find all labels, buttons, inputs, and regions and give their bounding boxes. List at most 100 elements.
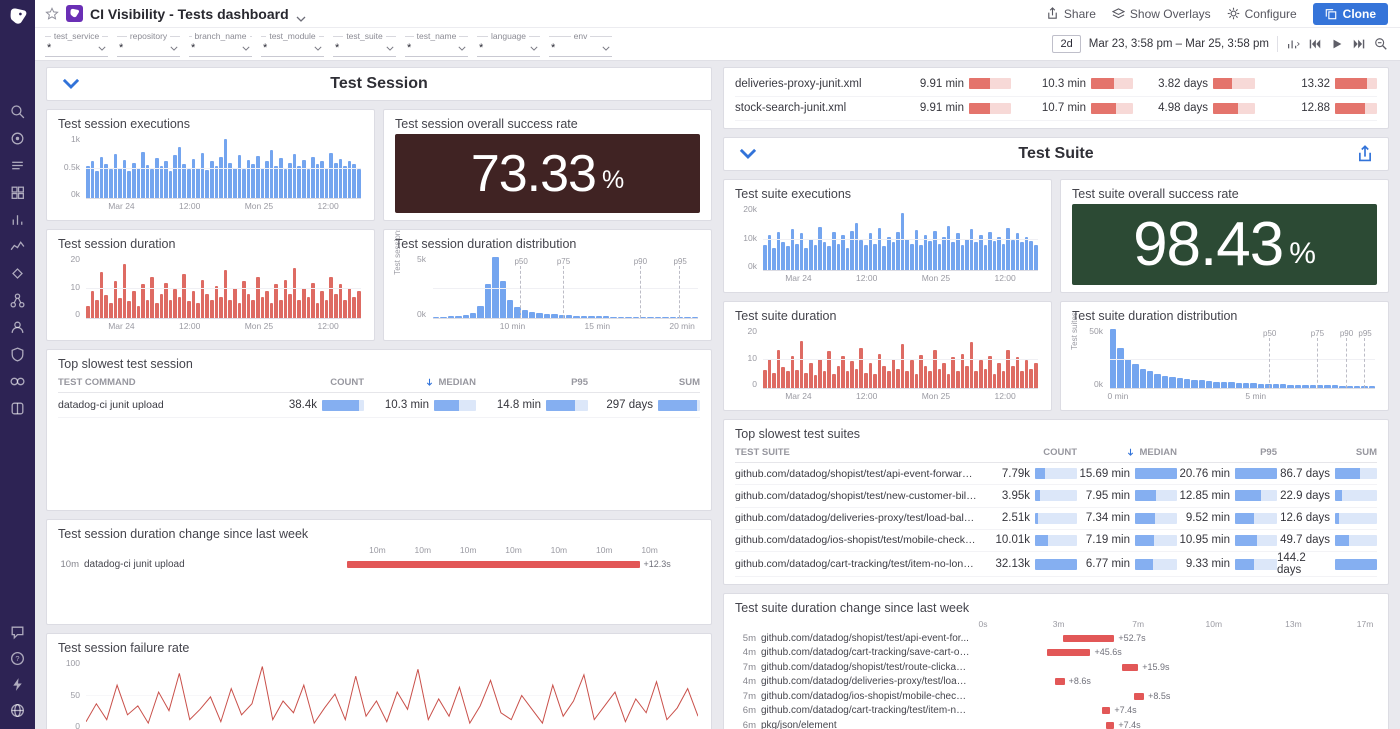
suite-duration-chart[interactable]: 20100Mar 2412:00Mon 2512:00 [735, 326, 1040, 403]
favorite-star-icon[interactable] [45, 7, 59, 21]
ci-icon[interactable] [9, 373, 26, 390]
widget-session-duration-distribution: Test session duration distribution Test … [383, 229, 712, 341]
change-row[interactable]: 7m github.com/datadog/ios-shopist/mobile… [735, 689, 1377, 704]
change-row[interactable]: 7m github.com/datadog/shopist/test/route… [735, 660, 1377, 675]
chevron-down-icon [98, 46, 106, 51]
column-header[interactable]: SUM [588, 377, 700, 388]
table-row[interactable]: github.com/datadog/cart-tracking/test/it… [735, 552, 1377, 577]
table-row[interactable]: datadog-ci junit upload 38.4k 10.3 min 1… [58, 393, 700, 418]
apm-icon[interactable] [9, 238, 26, 255]
chat-icon[interactable] [9, 624, 26, 641]
session-executions-chart[interactable]: 1k0.5k0kMar 2412:00Mon 2512:00 [58, 134, 363, 213]
suite-change-chart: 0s3m7m10m13m17m 5m github.com/datadog/sh… [735, 618, 1377, 729]
clone-button[interactable]: Clone [1313, 3, 1388, 25]
table-row[interactable]: github.com/datadog/deliveries-proxy/test… [735, 508, 1377, 530]
filter-test_service[interactable]: test_service * [45, 31, 108, 57]
plot-area: p50p75p90p95 [1110, 329, 1375, 389]
session-distribution-chart[interactable]: Test sessions5k0kp50p75p90p9510 min15 mi… [395, 254, 700, 333]
filter-value[interactable]: * [333, 41, 396, 57]
share-button[interactable]: Share [1046, 7, 1096, 21]
table-row[interactable]: github.com/datadog/shopist/test/api-even… [735, 463, 1377, 485]
y-axis: 20k10k0k [735, 204, 761, 271]
title-chevron-down-icon[interactable] [296, 9, 306, 19]
column-header[interactable]: P95 [476, 377, 588, 388]
column-header[interactable]: MEDIAN [1077, 447, 1177, 458]
filter-test_suite[interactable]: test_suite * [333, 31, 396, 57]
topbar: CI Visibility - Tests dashboard Share Sh… [35, 0, 1400, 28]
widget-suite-duration-change: Test suite duration change since last we… [723, 593, 1389, 729]
change-row[interactable]: 4m github.com/datadog/deliveries-proxy/t… [735, 675, 1377, 690]
datadog-logo[interactable] [6, 5, 30, 29]
table-row[interactable]: stock-search-junit.xml 9.91 min 10.7 min… [735, 97, 1377, 122]
change-row[interactable]: 4m github.com/datadog/cart-tracking/save… [735, 646, 1377, 661]
zoom-out-icon[interactable] [1374, 37, 1388, 51]
region-icon[interactable] [9, 702, 26, 719]
filter-repository[interactable]: repository * [117, 31, 180, 57]
filter-value[interactable]: * [261, 41, 324, 57]
column-header[interactable]: MEDIAN [364, 377, 476, 388]
filter-value[interactable]: * [45, 41, 108, 57]
filter-value[interactable]: * [117, 41, 180, 57]
suite-executions-chart[interactable]: 20k10k0kMar 2412:00Mon 2512:00 [735, 204, 1040, 285]
collapse-session-button[interactable] [61, 75, 81, 95]
play-icon[interactable] [1330, 37, 1344, 51]
change-row[interactable]: 10m datadog-ci junit upload +12.3s [58, 557, 700, 572]
filter-value[interactable]: * [405, 41, 468, 57]
network-icon[interactable] [9, 265, 26, 282]
graph-type-select[interactable] [1286, 37, 1300, 51]
search-icon[interactable] [9, 103, 26, 120]
change-row[interactable]: 5m github.com/datadog/shopist/test/api-e… [735, 631, 1377, 646]
session-success-value[interactable]: 73.33 % [395, 134, 700, 213]
change-row[interactable]: 6m pkg/json/element +7.4s [735, 718, 1377, 729]
dashboards-icon[interactable] [9, 184, 26, 201]
column-header[interactable]: COUNT [977, 447, 1077, 458]
table-row[interactable]: github.com/datadog/shopist/test/new-cust… [735, 485, 1377, 507]
show-overlays-button[interactable]: Show Overlays [1112, 7, 1211, 21]
table-row[interactable]: github.com/datadog/ios-shopist/test/mobi… [735, 530, 1377, 552]
app-root: ? CI Visibility - Tests dashboard Share [0, 0, 1400, 729]
table-row[interactable]: deliveries-proxy-junit.xml 9.91 min 10.3… [735, 72, 1377, 97]
collapse-suite-button[interactable] [738, 145, 758, 165]
chevron-down-icon [458, 46, 466, 51]
change-axis: 10m10m10m10m10m10m10m [58, 544, 700, 557]
column-header[interactable]: COUNT [252, 377, 364, 388]
integrations-icon[interactable] [9, 400, 26, 417]
filter-branch_name[interactable]: branch_name * [189, 31, 252, 57]
suite-success-value[interactable]: 98.43 % [1072, 204, 1377, 285]
chevron-down-icon [242, 46, 250, 51]
configure-button[interactable]: Configure [1227, 7, 1297, 21]
widget-title: Test session duration distribution [395, 237, 700, 251]
column-header[interactable]: SUM [1277, 447, 1377, 458]
service-map-icon[interactable] [9, 292, 26, 309]
filter-env[interactable]: env * [549, 31, 612, 57]
suite-distribution-chart[interactable]: Test suites50k0kp50p75p90p950 min5 min [1072, 326, 1377, 403]
session-column: Test Session Test session executions 1k0… [46, 67, 712, 729]
export-suite-button[interactable] [1356, 145, 1374, 163]
help-icon[interactable]: ? [9, 650, 26, 667]
x-axis: Mar 2412:00Mon 2512:00 [763, 391, 1038, 403]
suite-group-title: Test Suite [1018, 145, 1093, 163]
table-cell: 49.7 days [1277, 534, 1377, 546]
time-range-input[interactable]: 2d [1052, 35, 1080, 53]
filter-value[interactable]: * [189, 41, 252, 57]
session-failure-chart[interactable]: 100500 18:00Mar 2406:0012:0018:00Mon 250… [58, 658, 700, 729]
logs-icon[interactable] [9, 157, 26, 174]
security-icon[interactable] [9, 346, 26, 363]
change-row[interactable]: 6m github.com/datadog/cart-tracking/test… [735, 704, 1377, 719]
filter-value[interactable]: * [549, 41, 612, 57]
table-cell: 297 days [588, 399, 700, 411]
big-value: 73.33 [471, 144, 596, 204]
rum-icon[interactable] [9, 319, 26, 336]
filter-language[interactable]: language * [477, 31, 540, 57]
column-header[interactable]: P95 [1177, 447, 1277, 458]
skip-back-icon[interactable] [1308, 37, 1322, 51]
filter-test_name[interactable]: test_name * [405, 31, 468, 57]
filter-test_module[interactable]: test_module * [261, 31, 324, 57]
skip-forward-icon[interactable] [1352, 37, 1366, 51]
sidebar: ? [0, 0, 35, 729]
filter-value[interactable]: * [477, 41, 540, 57]
watchdog-icon[interactable] [9, 130, 26, 147]
notifications-icon[interactable] [9, 676, 26, 693]
metrics-icon[interactable] [9, 211, 26, 228]
session-duration-chart[interactable]: 20100Mar 2412:00Mon 2512:00 [58, 254, 363, 333]
